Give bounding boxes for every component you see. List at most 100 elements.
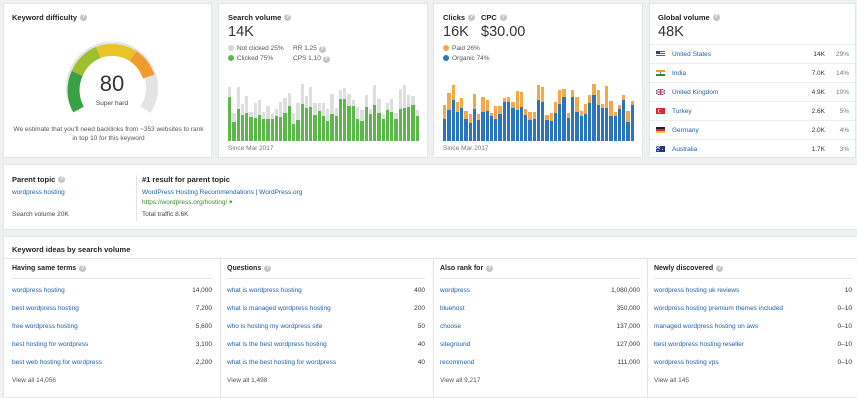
chart-bar-lower [532, 119, 536, 141]
country-name[interactable]: United Kingdom [672, 89, 791, 96]
view-all-link[interactable]: View all 1,498 [227, 377, 425, 384]
info-icon[interactable]: ? [264, 265, 272, 272]
country-row-us[interactable]: United States 14K 29% [650, 44, 855, 63]
chart-bar [617, 105, 622, 141]
parent-topic-divider [136, 175, 137, 221]
country-row-de[interactable]: Germany 2.0K 4% [650, 120, 855, 139]
keyword-link[interactable]: recommend [440, 359, 474, 366]
chart-bar [351, 99, 355, 141]
chart-bar [460, 98, 464, 141]
chart-bar [236, 86, 240, 141]
list-item: wordpress 1,080,000 [440, 281, 640, 299]
chart-bar [326, 108, 330, 141]
chart-bar [447, 93, 451, 141]
keyword-link[interactable]: managed wordpress hosting on aws [654, 323, 758, 330]
chart-bar-upper [464, 111, 468, 119]
list-item: bluehost 350,000 [440, 299, 640, 317]
keyword-link[interactable]: bluehost [440, 305, 465, 312]
chart-bar [240, 103, 245, 141]
uk-flag-icon [656, 89, 665, 95]
chart-bar [381, 114, 385, 141]
info-icon[interactable]: ? [499, 14, 507, 21]
list-item: wordpress hosting uk reviews 10 [654, 281, 852, 299]
info-icon[interactable]: ? [712, 14, 720, 21]
chart-bar-upper [570, 89, 575, 98]
keyword-link[interactable]: best web hosting for wordpress [12, 359, 102, 366]
parent-topic-link[interactable]: wordpress hosting [12, 189, 65, 196]
keyword-link[interactable]: what is the best hosting for wordpress [227, 359, 336, 366]
chart-bar-lower [592, 94, 596, 141]
keyword-volume: 7,200 [195, 304, 212, 312]
info-icon[interactable]: ? [486, 265, 494, 272]
country-name[interactable]: Turkey [672, 108, 791, 115]
country-row-in[interactable]: India 7.0K 14% [650, 63, 855, 82]
keyword-link[interactable]: siteground [440, 341, 470, 348]
chart-bar-upper [588, 94, 592, 103]
keyword-link[interactable]: what is wordpress hosting [227, 287, 302, 294]
chart-bar [528, 111, 532, 141]
chart-bar [355, 106, 360, 141]
list-item: best web hosting for wordpress 2,200 [12, 353, 212, 371]
top-result-link[interactable]: WordPress Hosting Recommendations | Word… [142, 189, 302, 196]
info-icon[interactable]: ? [468, 14, 476, 21]
keyword-link[interactable]: free wordpress hosting [12, 323, 78, 330]
keyword-link[interactable]: what is the best wordpress hosting [227, 341, 327, 348]
chart-bar [472, 93, 477, 141]
parent-topic-card: Parent topic ? wordpress hosting Search … [3, 164, 857, 230]
country-row-tr[interactable]: Turkey 2.6K 5% [650, 101, 855, 120]
view-all-link[interactable]: View all 145 [654, 377, 852, 384]
country-name[interactable]: India [672, 70, 791, 77]
view-all-link[interactable]: View all 9,217 [440, 377, 640, 384]
country-row-au[interactable]: Australia 1.7K 3% [650, 139, 855, 158]
country-percent: 4% [839, 126, 849, 134]
keyword-link[interactable]: best wordpress hosting [12, 305, 79, 312]
chart-bar-upper [321, 102, 326, 116]
keyword-link[interactable]: what is managed wordpress hosting [227, 305, 331, 312]
keyword-volume: 200 [414, 304, 425, 312]
keyword-link[interactable]: best wordpress hosting reseller [654, 341, 744, 348]
chart-bar-lower [351, 106, 355, 141]
chart-bar [468, 113, 472, 141]
info-icon[interactable]: ? [58, 176, 66, 183]
keyword-link[interactable]: wordpress hosting uk reviews [654, 287, 739, 294]
country-name[interactable]: Australia [672, 146, 791, 153]
global-volume-label: Global volume [658, 13, 710, 22]
info-icon[interactable]: ? [284, 14, 292, 21]
chart-bar-lower [447, 110, 451, 141]
chart-bar-lower [309, 106, 313, 141]
keyword-link[interactable]: best hosting for wordpress [12, 341, 88, 348]
cps-row: CPS 1.10 ? [293, 54, 330, 64]
country-row-uk[interactable]: United Kingdom 4.9K 10% [650, 82, 855, 101]
country-name[interactable]: Germany [672, 127, 791, 134]
chart-bar-lower [300, 103, 304, 141]
keyword-link[interactable]: wordpress [440, 287, 470, 294]
info-icon[interactable]: ? [318, 46, 326, 53]
info-icon[interactable]: ? [322, 56, 330, 63]
keyword-link[interactable]: who is hosting my wordpress site [227, 323, 322, 330]
keyword-link[interactable]: wordpress hosting [12, 287, 65, 294]
chart-bar [626, 111, 630, 141]
chart-bar-upper [390, 98, 394, 113]
chart-bar-lower [364, 106, 368, 141]
country-name[interactable]: United States [672, 51, 791, 58]
chart-bar-lower [626, 121, 630, 141]
cps-label: CPS 1.10 [293, 55, 321, 62]
keyword-link[interactable]: choose [440, 323, 461, 330]
chart-bar-upper [279, 102, 283, 118]
chart-bar-lower [600, 108, 605, 141]
info-icon[interactable]: ? [79, 265, 87, 272]
us-flag-icon [656, 51, 665, 57]
legend-clicked: Clicked 75% [228, 54, 284, 64]
chart-bar-lower [304, 107, 309, 141]
chart-bar-upper [266, 105, 270, 119]
info-icon[interactable]: ? [716, 265, 724, 272]
australia-flag-icon [656, 146, 665, 152]
view-all-link[interactable]: View all 14,056 [12, 377, 212, 384]
chart-bar-upper [317, 103, 321, 112]
keyword-link[interactable]: wordpress hosting vps [654, 359, 719, 366]
column-title: Also rank for [440, 265, 484, 272]
keyword-link[interactable]: wordpress hosting premium themes include… [654, 305, 783, 312]
chart-bar [485, 99, 489, 141]
top-result-url[interactable]: https://wordpress.org/hosting/ ▾ [142, 198, 232, 206]
info-icon[interactable]: ? [80, 14, 88, 21]
